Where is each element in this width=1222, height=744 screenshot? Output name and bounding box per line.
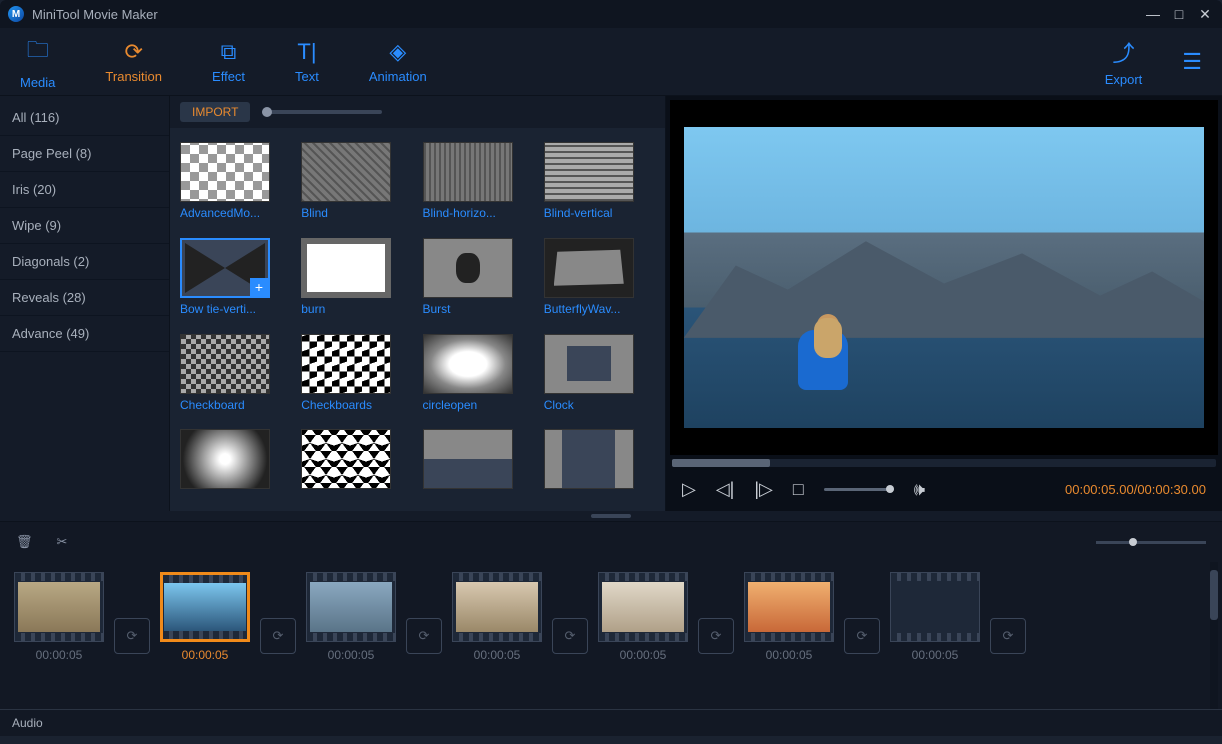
import-button[interactable]: IMPORT [180, 102, 250, 122]
titlebar: M MiniTool Movie Maker — □ ✕ [0, 0, 1222, 28]
tab-effect[interactable]: ⧉ Effect [212, 39, 245, 84]
minimize-button[interactable]: — [1144, 6, 1162, 22]
transition-slot[interactable]: ⟳ [406, 618, 442, 654]
menu-button[interactable]: ☰ [1182, 49, 1202, 75]
maximize-button[interactable]: □ [1170, 6, 1188, 22]
transition-thumb-selected[interactable]: Bow tie-verti... [180, 238, 291, 324]
prev-frame-button[interactable]: ◁| [716, 479, 735, 500]
timeline-scrollbar[interactable] [1210, 562, 1218, 709]
transition-thumb[interactable]: Burst [423, 238, 534, 324]
export-button[interactable]: ⤴ Export [1105, 36, 1143, 87]
transition-thumb[interactable] [544, 429, 655, 497]
transition-thumb[interactable]: Checkboards [301, 334, 412, 420]
transition-slot[interactable]: ⟳ [698, 618, 734, 654]
export-icon: ⤴ [1112, 36, 1134, 68]
tab-text-label: Text [295, 69, 319, 84]
timecode: 00:00:05.00/00:00:30.00 [1065, 482, 1206, 497]
transition-slot[interactable]: ⟳ [260, 618, 296, 654]
split-button[interactable]: ✂ [57, 534, 68, 550]
folder-icon: 🗀 [27, 33, 49, 71]
next-frame-button[interactable]: |▷ [754, 479, 773, 500]
app-logo-icon: M [8, 6, 24, 22]
timeline-clip[interactable] [890, 572, 980, 642]
scrub-bar[interactable] [672, 459, 1216, 467]
timeline-clip[interactable] [14, 572, 104, 642]
transition-thumb[interactable]: AdvancedMo... [180, 142, 291, 228]
transition-thumb[interactable]: burn [301, 238, 412, 324]
transition-icon: ⟳ [125, 39, 143, 65]
tab-media-label: Media [20, 75, 55, 90]
transition-thumb[interactable]: Blind-horizo... [423, 142, 534, 228]
transition-thumb[interactable]: Blind-vertical [544, 142, 655, 228]
delete-button[interactable]: 🗑 [16, 534, 33, 550]
preview-canvas[interactable] [670, 100, 1218, 455]
tab-transition-label: Transition [105, 69, 162, 84]
transition-thumb[interactable]: circleopen [423, 334, 534, 420]
splitter[interactable] [0, 511, 1222, 521]
transition-slot[interactable]: ⟳ [552, 618, 588, 654]
timeline-zoom-slider[interactable] [1096, 541, 1206, 544]
transition-slot[interactable]: ⟳ [844, 618, 880, 654]
diamond-icon: ◈ [389, 39, 406, 65]
transition-thumb[interactable] [180, 429, 291, 497]
tab-transition[interactable]: ⟳ Transition [105, 39, 162, 84]
playback-controls: ▷ ◁| |▷ □ 🕪 00:00:05.00/00:00:30.00 [666, 467, 1222, 511]
main-toolbar: 🗀 Media ⟳ Transition ⧉ Effect T| Text ◈ … [0, 28, 1222, 96]
app-title: MiniTool Movie Maker [32, 7, 158, 22]
timeline-clip-selected[interactable] [160, 572, 250, 642]
category-reveals[interactable]: Reveals (28) [0, 280, 169, 316]
tab-animation-label: Animation [369, 69, 427, 84]
audio-track-label[interactable]: Audio [0, 709, 1222, 736]
volume-slider[interactable] [824, 488, 894, 491]
transition-thumb[interactable]: ButterflyWav... [544, 238, 655, 324]
transition-thumb[interactable] [301, 429, 412, 497]
thumbnail-grid: AdvancedMo... Blind Blind-horizo... Blin… [170, 128, 665, 511]
category-iris[interactable]: Iris (20) [0, 172, 169, 208]
timeline-clip[interactable] [744, 572, 834, 642]
timeline-clip[interactable] [306, 572, 396, 642]
hamburger-icon: ☰ [1182, 49, 1202, 75]
tab-media[interactable]: 🗀 Media [20, 33, 55, 90]
effect-icon: ⧉ [221, 39, 237, 65]
transition-thumb[interactable]: Clock [544, 334, 655, 420]
timeline-clip[interactable] [598, 572, 688, 642]
transition-slot[interactable]: ⟳ [114, 618, 150, 654]
preview-panel: ▷ ◁| |▷ □ 🕪 00:00:05.00/00:00:30.00 [665, 96, 1222, 511]
tab-animation[interactable]: ◈ Animation [369, 39, 427, 84]
thumbnail-zoom-slider[interactable] [262, 110, 382, 114]
transition-thumb[interactable]: Blind [301, 142, 412, 228]
speaker-icon[interactable]: 🕪 [914, 479, 925, 500]
play-button[interactable]: ▷ [682, 479, 696, 500]
category-page-peel[interactable]: Page Peel (8) [0, 136, 169, 172]
category-all[interactable]: All (116) [0, 100, 169, 136]
category-wipe[interactable]: Wipe (9) [0, 208, 169, 244]
transition-thumb[interactable]: Checkboard [180, 334, 291, 420]
category-list: All (116) Page Peel (8) Iris (20) Wipe (… [0, 96, 170, 511]
category-diagonals[interactable]: Diagonals (2) [0, 244, 169, 280]
close-button[interactable]: ✕ [1196, 6, 1214, 23]
tab-effect-label: Effect [212, 69, 245, 84]
text-icon: T| [297, 39, 316, 65]
stop-button[interactable]: □ [793, 479, 804, 500]
transition-slot[interactable]: ⟳ [990, 618, 1026, 654]
transition-browser: IMPORT AdvancedMo... Blind Blind-horizo.… [170, 96, 665, 511]
timeline-panel: 🗑 ✂ 00:00:05 ⟳ 00:00:05 ⟳ 00:00:05 ⟳ 00:… [0, 521, 1222, 736]
export-label: Export [1105, 72, 1143, 87]
timeline-clip[interactable] [452, 572, 542, 642]
category-advance[interactable]: Advance (49) [0, 316, 169, 352]
transition-thumb[interactable] [423, 429, 534, 497]
tab-text[interactable]: T| Text [295, 39, 319, 84]
timeline-track[interactable]: 00:00:05 ⟳ 00:00:05 ⟳ 00:00:05 ⟳ 00:00:0… [0, 562, 1222, 709]
